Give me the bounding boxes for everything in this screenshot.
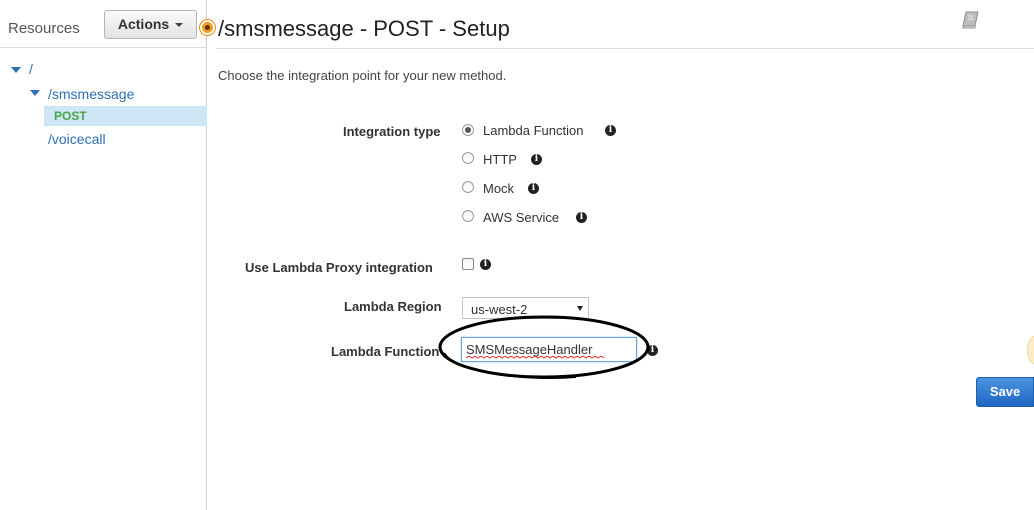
- book-icon[interactable]: [961, 11, 980, 29]
- tree-toggle-smsmessage-icon[interactable]: [30, 90, 40, 96]
- integration-type-label: Integration type: [343, 124, 441, 139]
- info-icon[interactable]: i: [528, 183, 539, 194]
- title-divider: [216, 48, 1034, 49]
- resources-sidebar: Resources Actions / /smsmessage POST /vo…: [0, 0, 207, 510]
- spellcheck-underline: [466, 356, 604, 359]
- chevron-down-icon: [175, 23, 184, 28]
- radio-label-aws-service[interactable]: AWS Service: [483, 210, 559, 225]
- radio-http[interactable]: [462, 152, 474, 164]
- lambda-proxy-checkbox[interactable]: [462, 258, 474, 270]
- radio-aws-service[interactable]: [462, 210, 474, 222]
- lambda-function-label: Lambda Function: [331, 344, 440, 359]
- lambda-proxy-label: Use Lambda Proxy integration: [245, 260, 433, 275]
- save-button[interactable]: Save: [976, 377, 1034, 407]
- intro-text: Choose the integration point for your ne…: [218, 68, 507, 83]
- lambda-region-label: Lambda Region: [344, 299, 442, 314]
- tree-item-post-method[interactable]: POST: [44, 106, 207, 126]
- dropdown-arrow-icon: [577, 306, 583, 311]
- radio-mock[interactable]: [462, 181, 474, 193]
- info-icon[interactable]: i: [647, 345, 658, 356]
- page-title: /smsmessage - POST - Setup: [218, 16, 510, 41]
- radio-label-http[interactable]: HTTP: [483, 152, 517, 167]
- actions-button-label: Actions: [117, 16, 170, 32]
- actions-button[interactable]: Actions: [104, 10, 197, 39]
- lambda-region-select[interactable]: us-west-2: [462, 297, 589, 319]
- tree-item-voicecall[interactable]: /voicecall: [48, 131, 106, 147]
- sidebar-header: Resources Actions: [0, 0, 207, 48]
- tree-toggle-root-icon[interactable]: [11, 67, 21, 73]
- lambda-region-value: us-west-2: [471, 302, 528, 317]
- tree-item-root[interactable]: /: [29, 61, 33, 77]
- status-dot-icon: [200, 20, 215, 35]
- radio-label-lambda-function[interactable]: Lambda Function: [483, 123, 583, 138]
- method-label-post: POST: [54, 109, 87, 123]
- partial-highlight-marker: [1027, 336, 1034, 364]
- tree-item-smsmessage[interactable]: /smsmessage: [48, 86, 134, 102]
- info-icon[interactable]: i: [576, 212, 587, 223]
- radio-lambda-function[interactable]: [462, 124, 474, 136]
- sidebar-title: Resources: [8, 20, 80, 37]
- radio-label-mock[interactable]: Mock: [483, 181, 514, 196]
- info-icon[interactable]: i: [531, 154, 542, 165]
- info-icon[interactable]: i: [480, 259, 491, 270]
- info-icon[interactable]: i: [605, 125, 616, 136]
